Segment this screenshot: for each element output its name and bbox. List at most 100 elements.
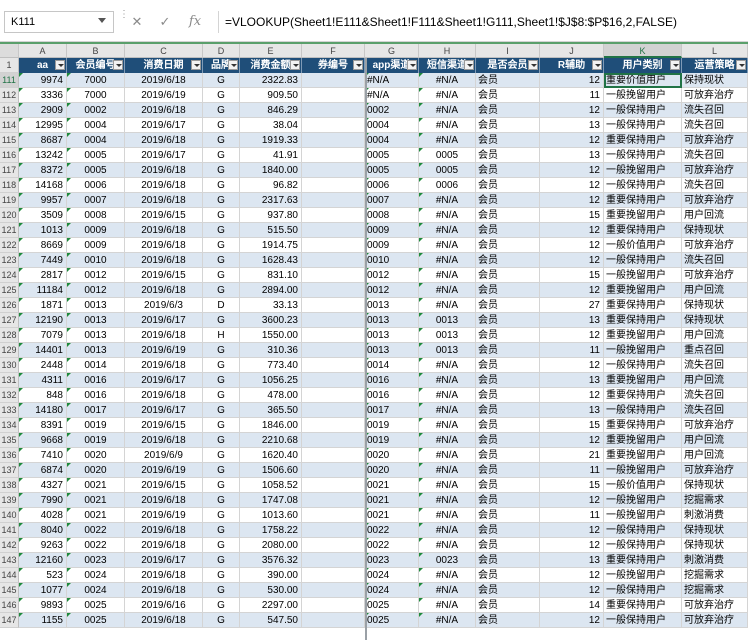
cell-f[interactable]	[302, 388, 365, 403]
cell-c[interactable]: 2019/6/19	[125, 88, 203, 103]
cell-j[interactable]: 12	[540, 253, 604, 268]
cell-j[interactable]: 12	[540, 568, 604, 583]
drag-handle-icon[interactable]: ⋮	[119, 10, 129, 32]
table-header-cell[interactable]: 是否会员	[476, 58, 540, 73]
cell-j[interactable]: 12	[540, 613, 604, 628]
cell-c[interactable]: 2019/6/15	[125, 478, 203, 493]
cell-h[interactable]: #N/A	[419, 538, 476, 553]
row-header[interactable]: 139	[0, 493, 19, 508]
cell-g[interactable]: 0022	[365, 523, 419, 538]
cell-c[interactable]: 2019/6/18	[125, 178, 203, 193]
cell-e[interactable]: 547.50	[240, 613, 302, 628]
cell-g[interactable]: 0017	[365, 403, 419, 418]
cell-l[interactable]: 刺激消费	[682, 553, 748, 568]
row-header[interactable]: 119	[0, 193, 19, 208]
cell-l[interactable]: 流失召回	[682, 403, 748, 418]
cell-k[interactable]: 重要保持用户	[604, 298, 682, 313]
cell-b[interactable]: 0019	[67, 418, 125, 433]
cell-j[interactable]: 12	[540, 538, 604, 553]
cell-l[interactable]: 可放弃治疗	[682, 163, 748, 178]
cell-k[interactable]: 一般保持用户	[604, 583, 682, 598]
cell-h[interactable]: #N/A	[419, 223, 476, 238]
cell-j[interactable]: 12	[540, 583, 604, 598]
row-header[interactable]: 121	[0, 223, 19, 238]
cell-k[interactable]: 重要挽留用户	[604, 433, 682, 448]
cell-b[interactable]: 0013	[67, 313, 125, 328]
row-header[interactable]: 137	[0, 463, 19, 478]
cell-k[interactable]: 一般保持用户	[604, 358, 682, 373]
cell-a[interactable]: 7410	[19, 448, 67, 463]
cell-e[interactable]: 96.82	[240, 178, 302, 193]
column-header-k[interactable]: K	[604, 44, 682, 58]
row-header[interactable]: 128	[0, 328, 19, 343]
cell-c[interactable]: 2019/6/15	[125, 208, 203, 223]
cell-d[interactable]: G	[203, 208, 240, 223]
row-header[interactable]: 120	[0, 208, 19, 223]
cell-c[interactable]: 2019/6/18	[125, 433, 203, 448]
cell-l[interactable]: 可放弃治疗	[682, 418, 748, 433]
cell-c[interactable]: 2019/6/18	[125, 538, 203, 553]
cell-i[interactable]: 会员	[476, 448, 540, 463]
table-header-cell[interactable]: 品牌	[203, 58, 240, 73]
column-header-f[interactable]: F	[302, 44, 365, 58]
cell-e[interactable]: 831.10	[240, 268, 302, 283]
cell-k[interactable]: 一般保持用户	[604, 253, 682, 268]
cell-l[interactable]: 可放弃治疗	[682, 238, 748, 253]
cell-a[interactable]: 8687	[19, 133, 67, 148]
cell-h[interactable]: #N/A	[419, 388, 476, 403]
cell-c[interactable]: 2019/6/15	[125, 268, 203, 283]
cell-h[interactable]: #N/A	[419, 523, 476, 538]
cell-h[interactable]: #N/A	[419, 283, 476, 298]
filter-dropdown-icon[interactable]	[55, 60, 65, 70]
cell-c[interactable]: 2019/6/17	[125, 313, 203, 328]
cell-i[interactable]: 会员	[476, 208, 540, 223]
cell-c[interactable]: 2019/6/18	[125, 283, 203, 298]
cell-d[interactable]: G	[203, 418, 240, 433]
row-header[interactable]: 118	[0, 178, 19, 193]
cell-b[interactable]: 0009	[67, 223, 125, 238]
cell-e[interactable]: 3600.23	[240, 313, 302, 328]
cell-j[interactable]: 12	[540, 238, 604, 253]
cell-g[interactable]: 0005	[365, 163, 419, 178]
table-header-cell[interactable]: 消费日期	[125, 58, 203, 73]
cell-k[interactable]: 一般挽留用户	[604, 493, 682, 508]
cell-a[interactable]: 12160	[19, 553, 67, 568]
cell-i[interactable]: 会员	[476, 478, 540, 493]
cell-a[interactable]: 8669	[19, 238, 67, 253]
cell-a[interactable]: 4327	[19, 478, 67, 493]
cell-j[interactable]: 12	[540, 103, 604, 118]
cell-l[interactable]: 用户回流	[682, 283, 748, 298]
cell-a[interactable]: 3336	[19, 88, 67, 103]
row-header[interactable]: 116	[0, 148, 19, 163]
cell-f[interactable]	[302, 223, 365, 238]
cell-g[interactable]: 0025	[365, 598, 419, 613]
cell-e[interactable]: 1058.52	[240, 478, 302, 493]
cell-k[interactable]: 重要价值用户	[604, 73, 682, 88]
cell-b[interactable]: 0009	[67, 238, 125, 253]
cell-j[interactable]: 12	[540, 73, 604, 88]
cell-h[interactable]: #N/A	[419, 118, 476, 133]
filter-dropdown-icon[interactable]	[113, 60, 123, 70]
cell-j[interactable]: 13	[540, 118, 604, 133]
row-header[interactable]: 112	[0, 88, 19, 103]
cell-h[interactable]: 0013	[419, 343, 476, 358]
cell-f[interactable]	[302, 613, 365, 628]
cell-b[interactable]: 0013	[67, 298, 125, 313]
cell-e[interactable]: 515.50	[240, 223, 302, 238]
cell-l[interactable]: 用户回流	[682, 208, 748, 223]
cell-k[interactable]: 一般保持用户	[604, 523, 682, 538]
cell-j[interactable]: 11	[540, 88, 604, 103]
cell-i[interactable]: 会员	[476, 343, 540, 358]
cell-e[interactable]: 1846.00	[240, 418, 302, 433]
cell-g[interactable]: 0022	[365, 538, 419, 553]
cell-d[interactable]: G	[203, 73, 240, 88]
cell-a[interactable]: 1871	[19, 298, 67, 313]
cell-d[interactable]: G	[203, 343, 240, 358]
cell-h[interactable]: 0023	[419, 553, 476, 568]
cell-d[interactable]: G	[203, 493, 240, 508]
cell-b[interactable]: 0016	[67, 373, 125, 388]
cell-k[interactable]: 重要保持用户	[604, 388, 682, 403]
cell-e[interactable]: 1914.75	[240, 238, 302, 253]
cell-b[interactable]: 0025	[67, 598, 125, 613]
cell-h[interactable]: #N/A	[419, 133, 476, 148]
